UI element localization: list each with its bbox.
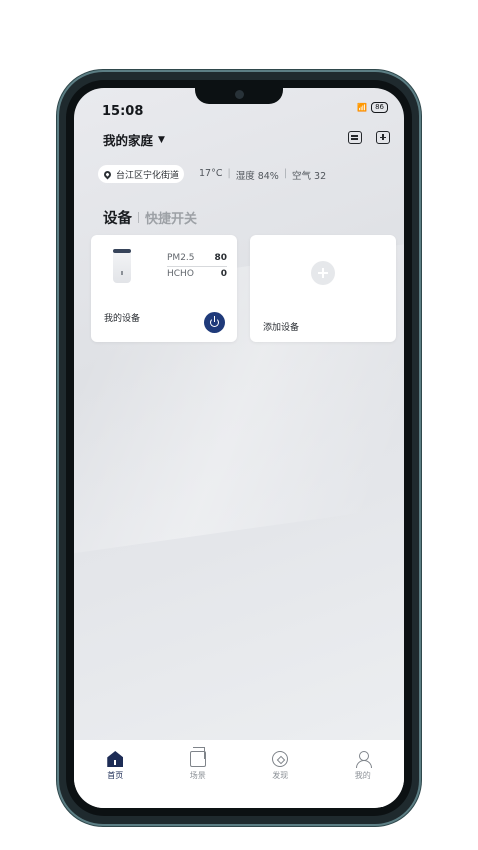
device-name: 我的设备: [104, 314, 141, 324]
nav-item-discover[interactable]: 发现: [239, 740, 322, 808]
reading-label: PM2.5: [167, 253, 195, 263]
air-purifier-icon: [113, 249, 131, 283]
location-name: 台江区宁化街道: [116, 170, 180, 181]
nav-item-profile[interactable]: 我的: [322, 740, 405, 808]
section-tabs: 设备 快捷开关: [103, 207, 197, 228]
nav-label: 场景: [189, 771, 206, 780]
tab-divider: [138, 212, 139, 223]
status-icons: 📶 86: [357, 102, 388, 113]
tab-quick-switch[interactable]: 快捷开关: [145, 208, 197, 227]
home-icon: [107, 751, 124, 767]
nav-item-home[interactable]: 首页: [74, 740, 157, 808]
device-card[interactable]: PM2.5 80 HCHO 0 我的设备: [91, 235, 237, 342]
camera-icon: [235, 90, 244, 99]
humidity: 湿度 84%: [235, 171, 279, 182]
separator: |: [283, 168, 288, 179]
battery-icon: 86: [371, 102, 388, 113]
scene-icon: [189, 747, 206, 767]
add-icon[interactable]: [376, 131, 390, 144]
location-pin-icon: [102, 169, 113, 179]
bottom-nav: 首页 场景 发现 我的: [74, 740, 404, 808]
home-title: 我的家庭: [103, 133, 154, 148]
location-pill[interactable]: 台江区宁化街道: [98, 165, 185, 183]
discover-icon: [272, 751, 289, 767]
temperature: 17°C: [199, 168, 223, 179]
tab-devices[interactable]: 设备: [103, 207, 132, 228]
weather-info: 17°C | 湿度 84% | 空气 32: [199, 168, 326, 182]
home-selector[interactable]: 我的家庭 ▼: [103, 130, 165, 149]
power-button[interactable]: [204, 312, 225, 333]
reading-label: HCHO: [167, 269, 194, 279]
plus-icon: [311, 261, 335, 285]
add-device-card[interactable]: 添加设备: [250, 235, 396, 342]
message-icon[interactable]: [348, 131, 362, 144]
reading-row: HCHO 0: [167, 267, 227, 282]
header-actions: [348, 131, 390, 144]
reading-value: 80: [214, 253, 227, 263]
nav-item-scene[interactable]: 场景: [157, 740, 240, 808]
nav-label: 发现: [272, 771, 289, 780]
nav-label: 首页: [107, 771, 124, 780]
wifi-icon: 📶: [357, 103, 368, 112]
add-device-label: 添加设备: [263, 323, 300, 333]
status-time: 15:08: [102, 104, 144, 119]
caret-down-icon: ▼: [158, 134, 165, 145]
reading-value: 0: [220, 269, 227, 279]
app-screen: 15:08 📶 86 我的家庭 ▼ 台江区宁化街道 17°C | 湿度 84% …: [74, 88, 404, 808]
nav-label: 我的: [354, 771, 371, 780]
separator: |: [227, 168, 231, 179]
reading-row: PM2.5 80: [167, 251, 227, 267]
air-quality: 空气 32: [292, 171, 327, 182]
profile-icon: [355, 751, 372, 768]
device-readings: PM2.5 80 HCHO 0: [167, 251, 227, 282]
